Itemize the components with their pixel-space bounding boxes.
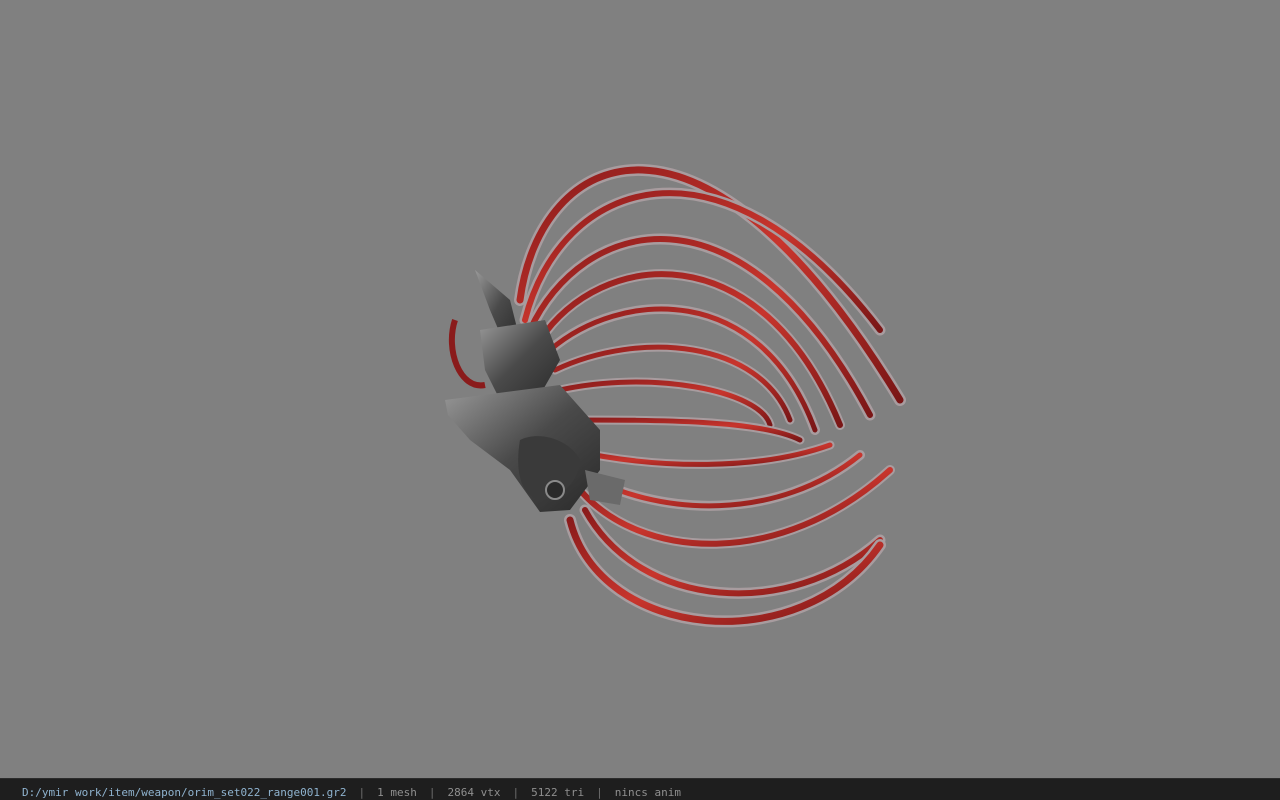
weapon-hilt xyxy=(445,270,625,512)
anim-status: nincs anim xyxy=(614,786,681,799)
weapon-model xyxy=(445,163,906,628)
vertex-count: 2864 vtx xyxy=(447,786,501,799)
separator: | xyxy=(428,786,436,799)
separator: | xyxy=(596,786,603,799)
3d-viewport[interactable] xyxy=(0,0,1280,778)
triangle-count: 5122 tri xyxy=(531,786,585,799)
separator: | xyxy=(358,786,366,799)
separator: | xyxy=(512,786,520,799)
mesh-count: 1 mesh xyxy=(377,786,417,799)
status-bar: D:/ymir work/item/weapon/orim_set022_ran… xyxy=(0,778,1280,800)
blade-arcs xyxy=(514,163,906,628)
file-path: D:/ymir work/item/weapon/orim_set022_ran… xyxy=(22,786,347,799)
